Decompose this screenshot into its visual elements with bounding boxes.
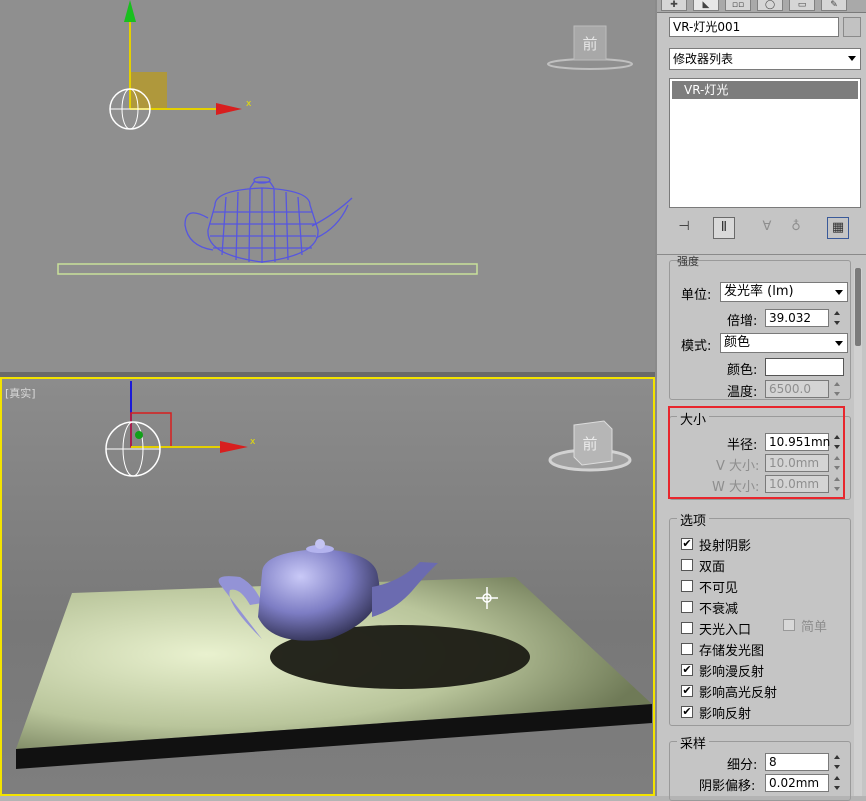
panel-scrollbar[interactable]: [854, 268, 862, 796]
option-checkbox[interactable]: ✔: [681, 538, 693, 550]
options-group-header: 选项: [677, 510, 710, 529]
option-label: 不衰减: [699, 602, 739, 617]
floor-plane-wireframe: [57, 263, 478, 275]
mode-value: 颜色: [724, 335, 751, 350]
option-checkbox[interactable]: [681, 601, 693, 613]
object-color-swatch[interactable]: [843, 17, 861, 37]
size-highlight-box: [668, 406, 845, 499]
tab-create[interactable]: ✚: [661, 0, 687, 11]
option-label: 天光入口: [699, 623, 752, 638]
option-checkbox[interactable]: [681, 580, 693, 592]
teapot-wireframe: [184, 176, 353, 263]
shadow-bias-label: 阴影偏移:: [699, 779, 756, 794]
pin-icon: ⊣: [678, 219, 690, 234]
x-axis-arrow: [216, 103, 242, 115]
command-panel: ✚ ◣ ▫▫ ◯ ▭ ✎ VR-灯光001 修改器列表 VR-灯光 ⊣ Ⅱ ∀ …: [655, 0, 866, 801]
panel-tab-bar: ✚ ◣ ▫▫ ◯ ▭ ✎: [657, 0, 866, 13]
configure-sets-button[interactable]: ▦: [827, 217, 849, 239]
mode-label: 模式:: [681, 339, 712, 354]
tab-hierarchy[interactable]: ▫▫: [725, 0, 751, 11]
intensity-group-header: 强度: [677, 255, 699, 268]
temperature-spinner[interactable]: [832, 380, 842, 398]
configure-icon: ▦: [831, 220, 845, 235]
make-unique-icon: ∀: [762, 219, 772, 234]
hierarchy-icon: ▫▫: [731, 0, 745, 10]
shadow-bias-spinner[interactable]: [832, 774, 842, 792]
simple-checkbox[interactable]: [783, 619, 795, 631]
pin-stack-button[interactable]: ⊣: [673, 217, 695, 239]
subdivs-spinner[interactable]: [832, 753, 842, 771]
units-dropdown[interactable]: 发光率 (lm): [720, 282, 848, 302]
end-result-icon: Ⅱ: [720, 220, 728, 235]
option-label: 影响反射: [699, 707, 752, 722]
x-axis-arrow: [220, 441, 248, 453]
create-icon: ✚: [670, 0, 678, 10]
make-unique-button[interactable]: ∀: [756, 217, 778, 239]
option-checkbox[interactable]: [681, 559, 693, 571]
option-label: 存储发光图: [699, 644, 765, 659]
multiplier-spinner[interactable]: [832, 309, 842, 327]
intensity-group: [669, 260, 851, 400]
front-viewport-scene: x 前: [57, 0, 633, 275]
motion-icon: ◯: [764, 0, 776, 10]
show-end-result-button[interactable]: Ⅱ: [713, 217, 735, 239]
tab-display[interactable]: ▭: [789, 0, 815, 11]
perspective-scene: x 前: [16, 381, 652, 769]
tab-utilities[interactable]: ✎: [821, 0, 847, 11]
modifier-list-dropdown[interactable]: 修改器列表: [669, 48, 861, 70]
y-axis-arrow: [124, 0, 136, 22]
perspective-viewport[interactable]: [真实] x 前: [0, 377, 655, 796]
modifier-stack-item[interactable]: VR-灯光: [672, 81, 858, 99]
multiplier-input[interactable]: 39.032: [765, 309, 829, 327]
mode-dropdown[interactable]: 颜色: [720, 333, 848, 353]
tab-modify[interactable]: ◣: [693, 0, 719, 11]
modifier-list-label: 修改器列表: [673, 52, 734, 66]
shadow-bias-input[interactable]: 0.02mm: [765, 774, 829, 792]
units-label: 单位:: [681, 288, 712, 303]
option-label: 双面: [699, 560, 726, 575]
option-label: 不可见: [699, 581, 739, 596]
option-checkbox[interactable]: ✔: [681, 685, 693, 697]
display-icon: ▭: [797, 0, 807, 10]
front-viewport[interactable]: x 前: [0, 0, 655, 372]
chevron-down-icon: [848, 56, 856, 61]
panel-scrollbar-thumb[interactable]: [855, 268, 861, 346]
option-checkbox[interactable]: [681, 622, 693, 634]
chevron-down-icon: [835, 341, 843, 346]
sampling-group-header: 采样: [677, 733, 710, 752]
simple-label: 简单: [801, 620, 828, 635]
x-axis-label: x: [250, 437, 256, 447]
color-swatch[interactable]: [765, 358, 844, 376]
tab-motion[interactable]: ◯: [757, 0, 783, 11]
chevron-down-icon: [835, 290, 843, 295]
modifier-stack[interactable]: VR-灯光: [669, 78, 861, 208]
view-cube-label: 前: [582, 435, 597, 453]
view-cube-label: 前: [582, 35, 597, 53]
remove-modifier-button[interactable]: ♁: [785, 217, 807, 239]
temperature-input[interactable]: 6500.0: [765, 380, 829, 398]
modify-icon: ◣: [702, 0, 710, 10]
multiplier-label: 倍增:: [727, 314, 758, 329]
option-label: 影响高光反射: [699, 686, 778, 701]
option-checkbox[interactable]: [681, 643, 693, 655]
utilities-icon: ✎: [830, 0, 838, 10]
object-name-field[interactable]: VR-灯光001: [669, 17, 839, 37]
option-label: 投射阴影: [699, 539, 752, 554]
option-checkbox[interactable]: ✔: [681, 664, 693, 676]
color-label: 颜色:: [727, 363, 758, 378]
trash-icon: ♁: [791, 219, 801, 234]
option-label: 影响漫反射: [699, 665, 765, 680]
subdivs-label: 细分:: [727, 758, 758, 773]
x-axis-label: x: [246, 99, 252, 109]
temperature-label: 温度:: [727, 385, 758, 400]
units-value: 发光率 (lm): [724, 284, 794, 299]
subdivs-input[interactable]: 8: [765, 753, 829, 771]
option-checkbox[interactable]: ✔: [681, 706, 693, 718]
